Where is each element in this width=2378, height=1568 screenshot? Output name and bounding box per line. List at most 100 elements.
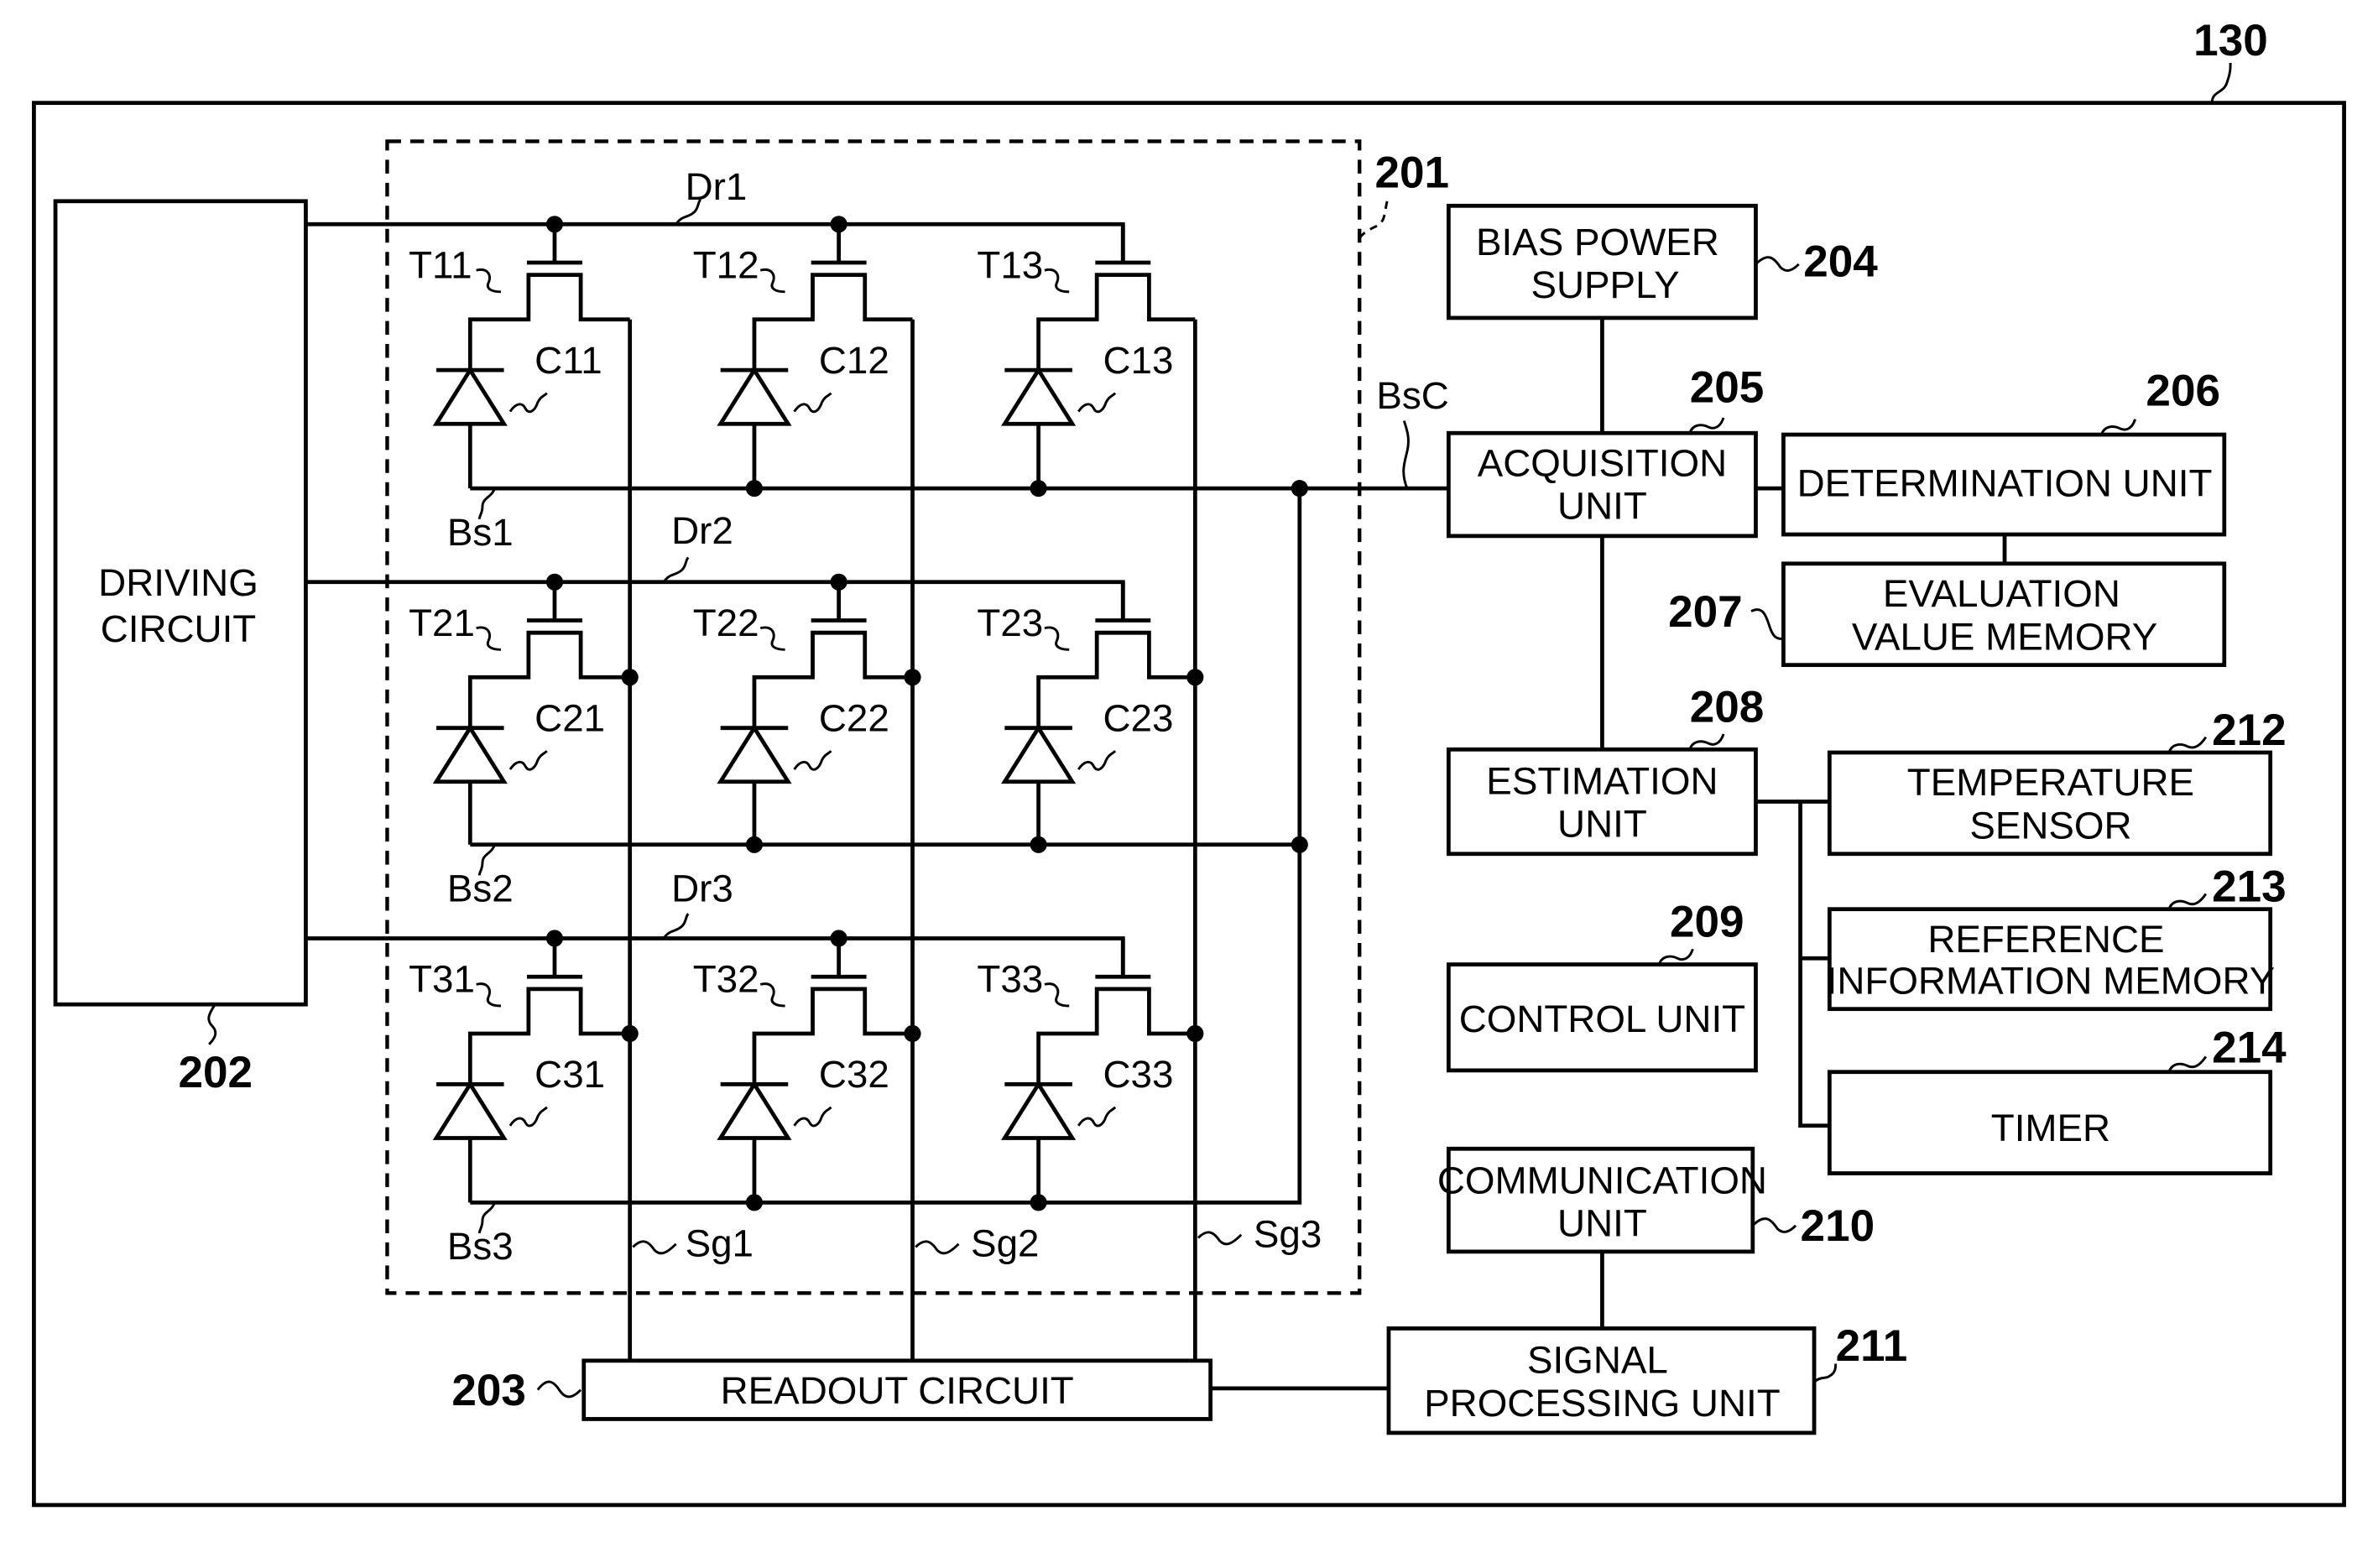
photodiode-symbol [717, 1080, 792, 1203]
junction-dot [904, 669, 921, 686]
conversion-element-label: C12 [819, 339, 889, 382]
photodiode-symbol [432, 1080, 508, 1203]
svg-text:205: 205 [1690, 363, 1765, 413]
junction-dot [545, 930, 564, 947]
junction-dot [1030, 836, 1047, 853]
pixel-cell: T23 C23 [977, 581, 1196, 845]
junction-dot [621, 669, 639, 686]
svg-text:211: 211 [1836, 1321, 1908, 1371]
photodiode-symbol [432, 724, 508, 845]
junction-dot [904, 1024, 921, 1043]
junction-dot [1291, 836, 1308, 853]
leader-202 [207, 1003, 217, 1045]
label-sg1: Sg1 [686, 1222, 754, 1264]
svg-text:TEMPERATURE: TEMPERATURE [1907, 761, 2194, 804]
svg-text:SUPPLY: SUPPLY [1531, 263, 1680, 306]
signal-lines [628, 319, 1197, 1361]
pixel-cell: T13 C13 [977, 224, 1196, 489]
transistor-label: T23 [977, 602, 1043, 644]
transistor-label: T12 [693, 243, 759, 286]
conversion-element-label: C13 [1103, 339, 1173, 382]
pixel-cell: T32 C32 [693, 938, 913, 1203]
junction-dot [545, 573, 564, 591]
driving-circuit-label-2: CIRCUIT [101, 607, 257, 650]
junction-dot [1186, 669, 1204, 686]
transistor-label: T33 [977, 958, 1043, 1001]
svg-text:SIGNAL: SIGNAL [1527, 1339, 1668, 1382]
svg-text:212: 212 [2212, 706, 2287, 755]
block-communication-unit: COMMUNICATION UNIT 210 [1437, 1146, 1875, 1254]
conversion-element-label: C11 [535, 339, 602, 382]
pixel-cells: T11 C11 T12 C12 T13 C13 T21 C21 T22 C22 T23 C23 T31 C… [409, 224, 1196, 1203]
conversion-element-label: C23 [1103, 696, 1173, 739]
svg-text:ACQUISITION: ACQUISITION [1478, 441, 1727, 484]
pixel-cell: T21 C21 [409, 581, 630, 845]
block-signal-processing-unit: SIGNAL PROCESSING UNIT 211 [1386, 1321, 1908, 1435]
svg-text:PROCESSING UNIT: PROCESSING UNIT [1424, 1382, 1781, 1425]
ref-201: 201 [1374, 148, 1449, 197]
svg-text:REFERENCE: REFERENCE [1927, 918, 2164, 961]
label-sg3: Sg3 [1254, 1212, 1322, 1255]
svg-text:208: 208 [1690, 682, 1765, 732]
junction-dot [1030, 1194, 1047, 1211]
junction-dot [1186, 1024, 1204, 1043]
svg-text:ESTIMATION: ESTIMATION [1486, 759, 1718, 802]
block-diagram: 130 201 DRIVING CIRCUIT 202 Dr1 Dr2 Dr3 … [32, 16, 2346, 1508]
label-sg2: Sg2 [971, 1222, 1039, 1264]
svg-text:BIAS POWER: BIAS POWER [1476, 221, 1719, 263]
svg-text:EVALUATION: EVALUATION [1883, 572, 2120, 615]
photodiode-symbol [1001, 724, 1077, 845]
junction-dot [830, 573, 847, 591]
leader-201 [1358, 201, 1389, 239]
svg-text:CONTROL UNIT: CONTROL UNIT [1459, 998, 1745, 1040]
pixel-cell: T11 C11 [409, 224, 630, 489]
svg-text:UNIT: UNIT [1557, 803, 1647, 846]
pixel-cell: T31 C31 [409, 938, 630, 1203]
label-dr1: Dr1 [686, 165, 748, 208]
label-dr2: Dr2 [671, 509, 733, 552]
svg-text:206: 206 [2146, 366, 2220, 415]
ref-130: 130 [2193, 16, 2268, 65]
transistor-label: T21 [409, 602, 475, 644]
block-estimation-unit: ESTIMATION UNIT 208 [1446, 682, 1765, 857]
photodiode-symbol [432, 366, 508, 489]
svg-text:213: 213 [2212, 862, 2287, 912]
junction-dot [621, 1024, 639, 1043]
pixel-cell: T22 C22 [693, 581, 913, 845]
svg-text:UNIT: UNIT [1557, 1202, 1647, 1245]
ref-202: 202 [178, 1048, 253, 1097]
svg-text:TIMER: TIMER [1991, 1107, 2110, 1149]
label-dr3: Dr3 [671, 867, 733, 910]
block-determination-unit: DETERMINATION UNIT 206 [1781, 366, 2227, 537]
transistor-label: T13 [977, 243, 1043, 286]
junction-dot [830, 216, 847, 233]
svg-text:UNIT: UNIT [1557, 485, 1647, 528]
transistor-label: T11 [409, 243, 472, 286]
transistor-label: T31 [409, 958, 475, 1001]
label-bsc: BsC [1376, 374, 1448, 417]
photodiode-symbol [717, 366, 792, 489]
junction-dot [1291, 480, 1308, 497]
conversion-element-label: C32 [819, 1053, 889, 1096]
photodiode-symbol [717, 724, 792, 845]
conversion-element-label: C33 [1103, 1053, 1173, 1096]
block-evaluation-value-memory: EVALUATION VALUE MEMORY 207 [1668, 561, 2227, 668]
junction-dot [745, 1194, 764, 1211]
transistor-label: T32 [693, 958, 759, 1001]
conversion-element-label: C22 [819, 696, 889, 739]
junction-dot [745, 480, 764, 497]
svg-text:INFORMATION MEMORY: INFORMATION MEMORY [1827, 959, 2276, 1002]
leader-130 [2210, 63, 2232, 103]
block-timer: TIMER 214 [1827, 1024, 2287, 1175]
transistor-label: T22 [693, 602, 759, 644]
readout-circuit-label: READOUT CIRCUIT [721, 1369, 1074, 1412]
junction-dot [545, 216, 564, 233]
svg-text:207: 207 [1668, 587, 1743, 637]
svg-text:210: 210 [1801, 1201, 1875, 1251]
pixel-cell: T33 C33 [977, 938, 1196, 1203]
photodiode-symbol [1001, 1080, 1077, 1203]
driving-circuit-label-1: DRIVING [98, 561, 258, 604]
block-bias-power-supply: BIAS POWER SUPPLY 204 [1446, 203, 1878, 320]
svg-text:SENSOR: SENSOR [1969, 804, 2131, 847]
block-control-unit: CONTROL UNIT 209 [1446, 898, 1758, 1073]
